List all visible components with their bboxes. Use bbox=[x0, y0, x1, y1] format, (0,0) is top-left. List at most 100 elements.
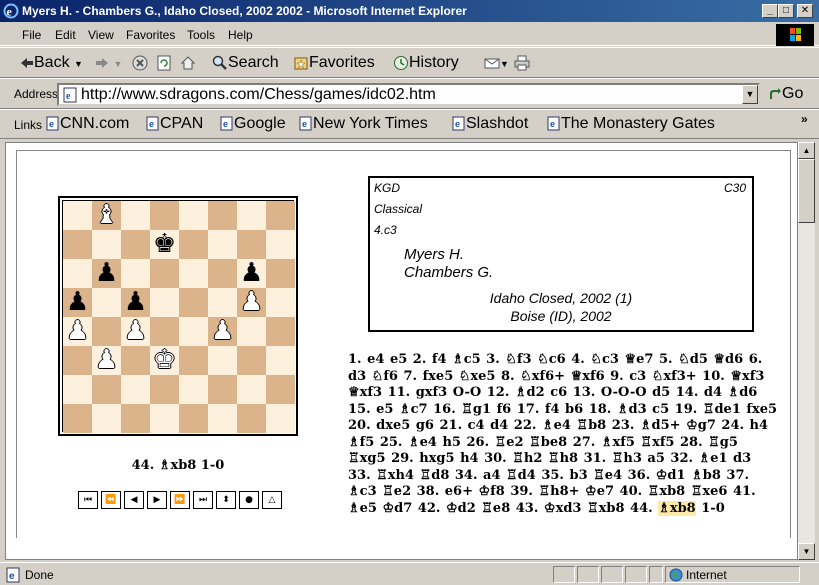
square-d4[interactable] bbox=[150, 317, 179, 346]
black-pawn-c5[interactable]: ♟ bbox=[121, 288, 150, 317]
square-c2[interactable] bbox=[121, 375, 150, 404]
square-h5[interactable] bbox=[266, 288, 295, 317]
vertical-scrollbar[interactable]: ▲ ▼ bbox=[798, 142, 815, 560]
history-button[interactable]: History bbox=[393, 54, 459, 72]
square-g1[interactable] bbox=[237, 404, 266, 433]
square-a2[interactable] bbox=[63, 375, 92, 404]
square-b1[interactable] bbox=[92, 404, 121, 433]
options-button[interactable]: △ bbox=[262, 491, 282, 509]
forward-multiple-button[interactable]: ⏩ bbox=[170, 491, 190, 509]
link-monastery-gates[interactable]: e The Monastery Gates bbox=[547, 115, 715, 133]
square-e6[interactable] bbox=[179, 259, 208, 288]
square-d1[interactable] bbox=[150, 404, 179, 433]
black-pawn-g6[interactable]: ♟ bbox=[237, 259, 266, 288]
square-d6[interactable] bbox=[150, 259, 179, 288]
scroll-up-icon[interactable]: ▲ bbox=[798, 142, 815, 159]
square-f3[interactable] bbox=[208, 346, 237, 375]
menu-tools[interactable]: Tools bbox=[187, 28, 215, 42]
square-c8[interactable] bbox=[121, 201, 150, 230]
square-f2[interactable] bbox=[208, 375, 237, 404]
square-h6[interactable] bbox=[266, 259, 295, 288]
square-f1[interactable] bbox=[208, 404, 237, 433]
black-pawn-b6[interactable]: ♟ bbox=[92, 259, 121, 288]
white-pawn-f4[interactable]: ♟ bbox=[208, 317, 237, 346]
white-pawn-b3[interactable]: ♟ bbox=[92, 346, 121, 375]
square-h2[interactable] bbox=[266, 375, 295, 404]
stop-button[interactable] bbox=[132, 54, 148, 72]
scroll-thumb[interactable] bbox=[798, 159, 815, 223]
square-d8[interactable] bbox=[150, 201, 179, 230]
scroll-down-icon[interactable]: ▼ bbox=[798, 543, 815, 560]
square-h7[interactable] bbox=[266, 230, 295, 259]
link-slashdot[interactable]: e Slashdot bbox=[452, 115, 528, 133]
back-multiple-button[interactable]: ⏪ bbox=[101, 491, 121, 509]
address-input[interactable]: e http://www.sdragons.com/Chess/games/id… bbox=[57, 83, 760, 106]
link-google[interactable]: e Google bbox=[220, 115, 286, 133]
refresh-button[interactable] bbox=[156, 54, 172, 72]
square-c7[interactable] bbox=[121, 230, 150, 259]
square-a3[interactable] bbox=[63, 346, 92, 375]
square-b7[interactable] bbox=[92, 230, 121, 259]
link-new-york-times[interactable]: e New York Times bbox=[299, 115, 428, 133]
square-d2[interactable] bbox=[150, 375, 179, 404]
white-bishop-b8[interactable]: ♝ bbox=[92, 201, 121, 230]
link-cpan[interactable]: e CPAN bbox=[146, 115, 203, 133]
last-move-button[interactable]: ⏭ bbox=[193, 491, 213, 509]
mail-button[interactable]: ▼ bbox=[484, 54, 509, 72]
autoplay-button[interactable]: ● bbox=[239, 491, 259, 509]
square-e8[interactable] bbox=[179, 201, 208, 230]
square-g3[interactable] bbox=[237, 346, 266, 375]
square-f7[interactable] bbox=[208, 230, 237, 259]
menu-edit[interactable]: Edit bbox=[55, 28, 76, 42]
square-a6[interactable] bbox=[63, 259, 92, 288]
first-move-button[interactable]: ⏮ bbox=[78, 491, 98, 509]
white-pawn-c4[interactable]: ♟ bbox=[121, 317, 150, 346]
square-b4[interactable] bbox=[92, 317, 121, 346]
next-move-button[interactable]: ▶ bbox=[147, 491, 167, 509]
square-e4[interactable] bbox=[179, 317, 208, 346]
square-c1[interactable] bbox=[121, 404, 150, 433]
square-c6[interactable] bbox=[121, 259, 150, 288]
go-button[interactable]: Go bbox=[768, 85, 803, 103]
white-pawn-g5[interactable]: ♟ bbox=[237, 288, 266, 317]
current-move-highlight[interactable]: ♗xb8 bbox=[658, 500, 696, 516]
square-h8[interactable] bbox=[266, 201, 295, 230]
square-g2[interactable] bbox=[237, 375, 266, 404]
favorites-button[interactable]: Favorites bbox=[293, 54, 375, 72]
menu-file[interactable]: File bbox=[22, 28, 41, 42]
flip-board-button[interactable]: ⬍ bbox=[216, 491, 236, 509]
search-button[interactable]: Search bbox=[212, 54, 279, 72]
square-g8[interactable] bbox=[237, 201, 266, 230]
address-dropdown-icon[interactable]: ▼ bbox=[742, 85, 758, 104]
white-pawn-a4[interactable]: ♟ bbox=[63, 317, 92, 346]
forward-button[interactable]: ▼ bbox=[95, 54, 122, 72]
back-dropdown-icon[interactable]: ▼ bbox=[74, 59, 83, 69]
square-f5[interactable] bbox=[208, 288, 237, 317]
square-f8[interactable] bbox=[208, 201, 237, 230]
square-a8[interactable] bbox=[63, 201, 92, 230]
home-button[interactable] bbox=[180, 54, 196, 72]
square-d5[interactable] bbox=[150, 288, 179, 317]
close-button[interactable]: ✕ bbox=[797, 4, 813, 18]
menu-help[interactable]: Help bbox=[228, 28, 253, 42]
square-f6[interactable] bbox=[208, 259, 237, 288]
square-e5[interactable] bbox=[179, 288, 208, 317]
maximize-button[interactable]: □ bbox=[778, 4, 794, 18]
square-h3[interactable] bbox=[266, 346, 295, 375]
link-cnn[interactable]: e CNN.com bbox=[46, 115, 129, 133]
minimize-button[interactable]: _ bbox=[762, 4, 778, 18]
square-a7[interactable] bbox=[63, 230, 92, 259]
square-h1[interactable] bbox=[266, 404, 295, 433]
square-e7[interactable] bbox=[179, 230, 208, 259]
links-more-icon[interactable]: » bbox=[801, 112, 808, 126]
menu-view[interactable]: View bbox=[88, 28, 114, 42]
black-pawn-a5[interactable]: ♟ bbox=[63, 288, 92, 317]
square-g4[interactable] bbox=[237, 317, 266, 346]
square-g7[interactable] bbox=[237, 230, 266, 259]
print-button[interactable] bbox=[514, 54, 530, 72]
white-king-d3[interactable]: ♚ bbox=[150, 346, 179, 375]
back-button[interactable]: Back ▼ bbox=[20, 54, 83, 72]
square-e2[interactable] bbox=[179, 375, 208, 404]
square-e1[interactable] bbox=[179, 404, 208, 433]
menu-favorites[interactable]: Favorites bbox=[126, 28, 175, 42]
